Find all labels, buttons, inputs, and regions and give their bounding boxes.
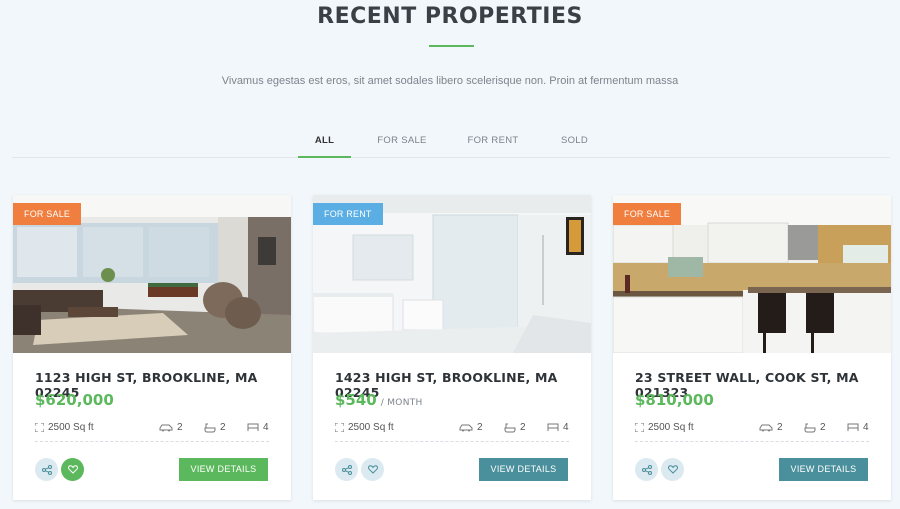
- tab-for-sale[interactable]: FOR SALE: [374, 127, 430, 157]
- bath-icon: [504, 423, 516, 432]
- view-details-button[interactable]: VIEW DETAILS: [179, 458, 268, 481]
- favorite-button[interactable]: [61, 458, 84, 481]
- status-badge: FOR RENT: [313, 203, 383, 225]
- section-subtitle: Vivamus egestas est eros, sit amet sodal…: [221, 75, 679, 87]
- status-badge: FOR SALE: [13, 203, 82, 225]
- status-badge: FOR SALE: [613, 203, 682, 225]
- property-price: $620,000: [35, 391, 118, 409]
- favorite-button[interactable]: [361, 458, 384, 481]
- bath-icon: [204, 423, 216, 432]
- share-button[interactable]: [335, 458, 358, 481]
- garage-count: 2: [477, 422, 483, 433]
- area-icon: [635, 423, 644, 432]
- heart-icon: [667, 465, 678, 474]
- area-value: 2500 Sq ft: [48, 422, 94, 433]
- area-icon: [35, 423, 44, 432]
- car-icon: [459, 424, 473, 432]
- property-photo[interactable]: FOR SALE: [13, 195, 291, 353]
- property-meta: 2500 Sq ft 2 2 4: [35, 420, 269, 442]
- bed-icon: [847, 423, 859, 431]
- filter-tabs: ALL FOR SALE FOR RENT SOLD: [12, 127, 890, 158]
- share-button[interactable]: [635, 458, 658, 481]
- garage-count: 2: [777, 422, 783, 433]
- area-icon: [335, 423, 344, 432]
- tab-for-rent[interactable]: FOR RENT: [464, 127, 522, 157]
- price-value: $620,000: [35, 391, 114, 409]
- property-meta: 2500 Sq ft 2 2 4: [635, 420, 869, 442]
- bed-count: 4: [863, 422, 869, 433]
- property-photo[interactable]: FOR SALE: [613, 195, 891, 353]
- bed-icon: [247, 423, 259, 431]
- property-price: $810,000: [635, 391, 718, 409]
- bed-count: 4: [563, 422, 569, 433]
- share-icon: [641, 464, 652, 475]
- property-card: FOR SALE 1123 HIGH ST, BROOKLINE, MA 022…: [13, 195, 291, 500]
- bed-icon: [547, 423, 559, 431]
- bath-count: 2: [520, 422, 526, 433]
- car-icon: [159, 424, 173, 432]
- price-value: $540: [335, 391, 377, 409]
- share-icon: [341, 464, 352, 475]
- favorite-button[interactable]: [661, 458, 684, 481]
- property-price: $540/ MONTH: [335, 391, 423, 409]
- bath-count: 2: [220, 422, 226, 433]
- heart-icon: [367, 465, 378, 474]
- area-value: 2500 Sq ft: [348, 422, 394, 433]
- area-value: 2500 Sq ft: [648, 422, 694, 433]
- bath-count: 2: [820, 422, 826, 433]
- title-underline: [429, 45, 474, 47]
- bed-count: 4: [263, 422, 269, 433]
- section-title: RECENT PROPERTIES: [317, 4, 583, 29]
- bath-icon: [804, 423, 816, 432]
- car-icon: [759, 424, 773, 432]
- property-card: FOR RENT 1423 HIGH ST, BROOKLINE, MA 022…: [313, 195, 591, 500]
- share-button[interactable]: [35, 458, 58, 481]
- tab-sold[interactable]: SOLD: [557, 127, 592, 157]
- property-meta: 2500 Sq ft 2 2 4: [335, 420, 569, 442]
- price-unit: / MONTH: [380, 398, 423, 408]
- heart-icon: [67, 465, 78, 474]
- garage-count: 2: [177, 422, 183, 433]
- property-card: FOR SALE 23 STREET WALL, COOK ST, MA 021…: [613, 195, 891, 500]
- property-photo[interactable]: FOR RENT: [313, 195, 591, 353]
- tab-all[interactable]: ALL: [298, 127, 351, 158]
- share-icon: [41, 464, 52, 475]
- price-value: $810,000: [635, 391, 714, 409]
- view-details-button[interactable]: VIEW DETAILS: [479, 458, 568, 481]
- view-details-button[interactable]: VIEW DETAILS: [779, 458, 868, 481]
